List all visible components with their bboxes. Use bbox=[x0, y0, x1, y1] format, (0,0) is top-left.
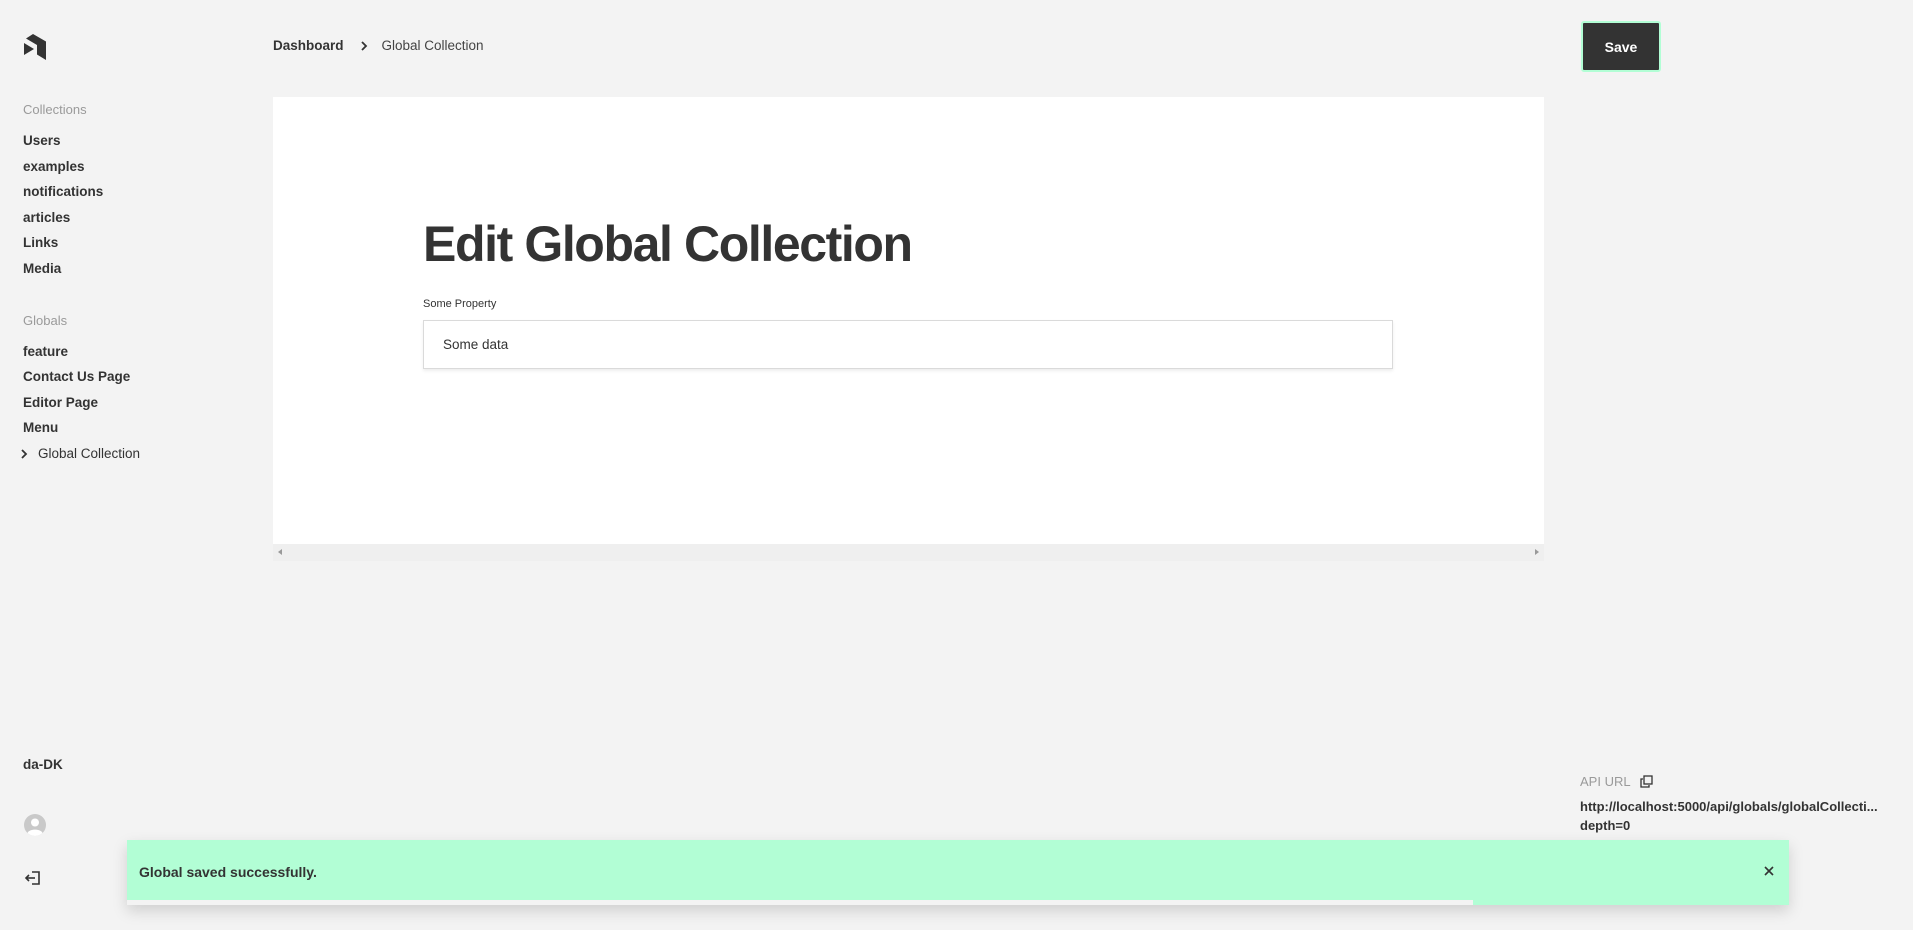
sidebar-item-feature[interactable]: feature bbox=[23, 344, 68, 359]
chevron-right-icon bbox=[360, 40, 367, 51]
toast-message: Global saved successfully. bbox=[139, 864, 317, 880]
scroll-right-arrow-icon[interactable] bbox=[1535, 549, 1539, 555]
copy-icon[interactable] bbox=[1639, 775, 1653, 788]
close-icon[interactable] bbox=[1762, 864, 1776, 878]
globals-group-label: Globals bbox=[23, 313, 68, 328]
breadcrumb-current: Global Collection bbox=[381, 38, 484, 53]
sidebar-item-links[interactable]: Links bbox=[23, 235, 58, 250]
breadcrumb-dashboard-link[interactable]: Dashboard bbox=[273, 38, 344, 53]
user-icon bbox=[27, 818, 43, 836]
sidebar-item-users[interactable]: Users bbox=[23, 133, 61, 148]
breadcrumb: Dashboard Global Collection bbox=[273, 38, 484, 53]
api-url-label-text: API URL bbox=[1580, 774, 1631, 789]
sidebar-item-media[interactable]: Media bbox=[23, 261, 61, 276]
sidebar-item-examples[interactable]: examples bbox=[23, 159, 85, 174]
logout-icon[interactable] bbox=[24, 869, 42, 887]
api-url-line: http://localhost:5000/api/globals/global… bbox=[1580, 799, 1878, 814]
collections-group-label: Collections bbox=[23, 102, 87, 117]
api-url-label: API URL bbox=[1580, 774, 1653, 789]
api-url-query: depth=0 bbox=[1580, 818, 1631, 833]
horizontal-scrollbar[interactable] bbox=[273, 544, 1544, 561]
locale-selector[interactable]: da-DK bbox=[23, 757, 63, 772]
sidebar-item-menu[interactable]: Menu bbox=[23, 420, 58, 435]
avatar[interactable] bbox=[24, 814, 46, 836]
save-button[interactable]: Save bbox=[1581, 21, 1661, 72]
payload-logo-icon[interactable] bbox=[22, 34, 46, 60]
sidebar-item-articles[interactable]: articles bbox=[23, 210, 70, 225]
scroll-left-arrow-icon[interactable] bbox=[278, 549, 282, 555]
sidebar-item-contact-us-page[interactable]: Contact Us Page bbox=[23, 369, 130, 384]
sidebar: Collections Users examples notifications… bbox=[0, 0, 250, 930]
edit-form-card: Edit Global Collection Some Property bbox=[273, 97, 1544, 544]
some-property-input[interactable] bbox=[423, 320, 1393, 369]
api-url-link[interactable]: http://localhost:5000/api/globals/global… bbox=[1580, 797, 1890, 835]
sidebar-item-notifications[interactable]: notifications bbox=[23, 184, 103, 199]
chevron-right-icon bbox=[21, 449, 28, 459]
success-toast: Global saved successfully. bbox=[127, 840, 1789, 905]
page-title: Edit Global Collection bbox=[423, 216, 913, 272]
toast-progress-bar bbox=[127, 900, 1474, 905]
some-property-label: Some Property bbox=[423, 298, 497, 310]
sidebar-item-editor-page[interactable]: Editor Page bbox=[23, 395, 98, 410]
sidebar-item-global-collection[interactable]: Global Collection bbox=[38, 446, 140, 461]
